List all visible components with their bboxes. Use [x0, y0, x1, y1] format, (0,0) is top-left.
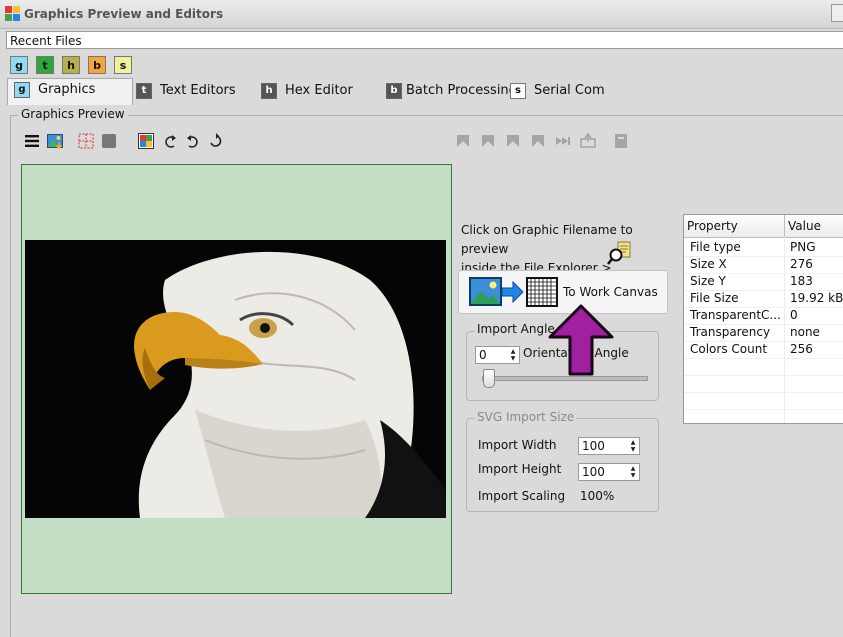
- spin-arrows-icon[interactable]: ▲ ▼: [628, 439, 638, 453]
- quick-tab-text[interactable]: t: [36, 56, 54, 74]
- property-name: Size Y: [690, 274, 726, 288]
- up-arrow-annotation-icon: [548, 304, 614, 376]
- property-table[interactable]: Property Value File type PNG Size X 276 Si…: [683, 214, 843, 424]
- property-name: Transparency: [690, 325, 771, 339]
- tab-badge-g: g: [14, 81, 30, 98]
- eagle-image: [25, 240, 446, 518]
- import-width-spinbox[interactable]: 100 ▲ ▼: [578, 437, 640, 455]
- table-row[interactable]: File Size 19.92 kB: [684, 290, 843, 308]
- window-close-button[interactable]: [831, 4, 843, 22]
- prev-frame-icon[interactable]: [479, 132, 497, 150]
- import-scaling-value: 100%: [580, 489, 615, 503]
- spin-arrows-icon[interactable]: ▲ ▼: [628, 465, 638, 479]
- recent-files-combo[interactable]: Recent Files: [6, 31, 843, 49]
- image-icon: [469, 277, 502, 306]
- property-name: File type: [690, 240, 741, 254]
- property-value: 19.92 kB: [790, 291, 843, 305]
- square-icon[interactable]: [100, 132, 118, 150]
- table-row: [684, 375, 843, 393]
- column-divider: [784, 237, 785, 423]
- spin-arrows-icon[interactable]: ▲ ▼: [508, 348, 518, 362]
- tab-label: Serial Com: [534, 83, 605, 98]
- property-value: 0: [790, 308, 798, 322]
- angle-value: 0: [479, 348, 487, 362]
- tab-badge-t: t: [136, 82, 152, 99]
- column-header-property[interactable]: Property: [684, 215, 785, 237]
- tab-graphics[interactable]: g Graphics: [7, 78, 133, 105]
- first-frame-icon[interactable]: [454, 132, 472, 150]
- import-height-label: Import Height: [478, 462, 562, 476]
- file-explorer-search-icon[interactable]: [606, 240, 632, 266]
- table-row: [684, 358, 843, 376]
- angle-slider-handle[interactable]: [483, 369, 495, 388]
- image-load-icon[interactable]: [46, 132, 64, 150]
- import-width-value: 100: [582, 439, 605, 453]
- property-table-header: Property Value: [684, 215, 843, 238]
- tab-hex-editor[interactable]: h Hex Editor: [261, 80, 353, 102]
- panel-title: Graphics Preview: [18, 107, 128, 121]
- property-value: none: [790, 325, 820, 339]
- table-row[interactable]: TransparentC... 0: [684, 307, 843, 325]
- arrow-right-icon: [502, 281, 524, 303]
- graphic-preview-canvas[interactable]: [21, 164, 452, 594]
- close-document-icon[interactable]: [612, 132, 630, 150]
- tab-badge-h: h: [261, 82, 277, 99]
- tab-text-editors[interactable]: t Text Editors: [136, 80, 236, 102]
- property-name: Colors Count: [690, 342, 768, 356]
- quick-tab-batch[interactable]: b: [88, 56, 106, 74]
- tab-label: Batch Processing: [406, 83, 517, 98]
- quick-tab-serial[interactable]: s: [114, 56, 132, 74]
- import-height-value: 100: [582, 465, 605, 479]
- to-work-canvas-label: To Work Canvas: [563, 285, 658, 299]
- rotate-icon[interactable]: [207, 132, 225, 150]
- app-icon: [5, 6, 20, 21]
- column-header-value[interactable]: Value: [785, 215, 843, 237]
- tab-label: Graphics: [38, 82, 96, 97]
- rotate-right-icon[interactable]: [184, 132, 202, 150]
- tab-badge-b: b: [386, 82, 402, 99]
- quick-tab-graphics[interactable]: g: [10, 56, 28, 74]
- grid-select-icon[interactable]: [77, 132, 95, 150]
- hamburger-menu-icon[interactable]: [23, 132, 41, 150]
- import-height-spinbox[interactable]: 100 ▲ ▼: [578, 463, 640, 481]
- property-value: 183: [790, 274, 813, 288]
- import-width-label: Import Width: [478, 438, 557, 452]
- svg-import-size-title: SVG Import Size: [475, 410, 577, 424]
- hint-line-1: Click on Graphic Filename to preview: [461, 223, 633, 256]
- table-row[interactable]: Size Y 183: [684, 273, 843, 291]
- table-row[interactable]: Size X 276: [684, 256, 843, 274]
- tab-label: Hex Editor: [285, 83, 353, 98]
- table-row[interactable]: Transparency none: [684, 324, 843, 342]
- table-row: [684, 392, 843, 410]
- title-bar: Graphics Preview and Editors: [0, 0, 843, 29]
- next-frame-icon[interactable]: [504, 132, 522, 150]
- property-name: Size X: [690, 257, 727, 271]
- property-value: 256: [790, 342, 813, 356]
- property-name: File Size: [690, 291, 739, 305]
- color-picker-icon[interactable]: [137, 132, 155, 150]
- tab-badge-s: s: [510, 82, 526, 99]
- table-row[interactable]: Colors Count 256: [684, 341, 843, 359]
- angle-spinbox[interactable]: 0 ▲ ▼: [475, 346, 520, 364]
- quick-tab-hex[interactable]: h: [62, 56, 80, 74]
- play-icon[interactable]: [554, 132, 572, 150]
- export-icon[interactable]: [579, 132, 597, 150]
- property-name: TransparentC...: [690, 308, 781, 322]
- import-scaling-label: Import Scaling: [478, 489, 566, 503]
- tab-serial-com[interactable]: s Serial Com: [510, 80, 605, 102]
- window-title: Graphics Preview and Editors: [24, 7, 224, 21]
- rotate-left-icon[interactable]: [161, 132, 179, 150]
- last-frame-icon[interactable]: [529, 132, 547, 150]
- tab-batch-processing[interactable]: b Batch Processing: [386, 80, 517, 102]
- property-value: PNG: [790, 240, 816, 254]
- property-value: 276: [790, 257, 813, 271]
- tab-label: Text Editors: [160, 83, 236, 98]
- table-row[interactable]: File type PNG: [684, 239, 843, 257]
